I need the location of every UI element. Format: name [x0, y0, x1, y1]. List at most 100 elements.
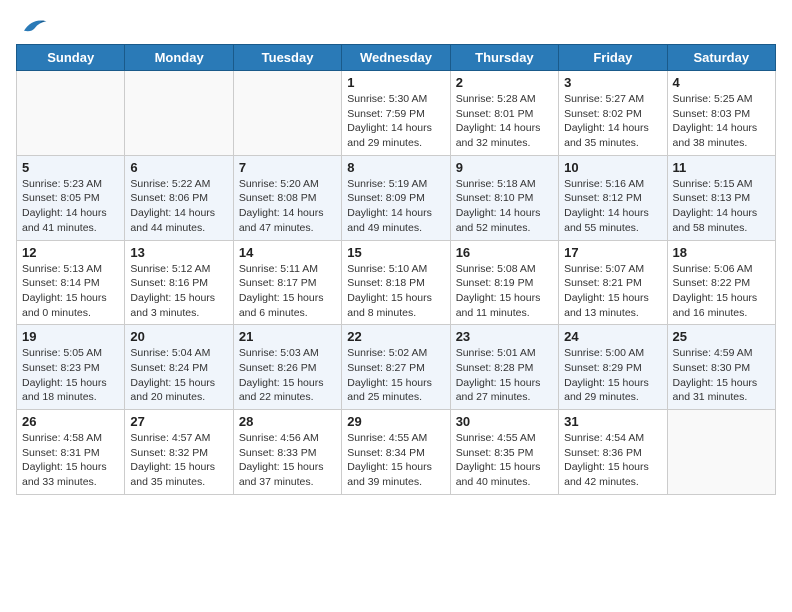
logo — [16, 16, 56, 36]
day-info: Sunrise: 5:22 AM Sunset: 8:06 PM Dayligh… — [130, 177, 227, 236]
logo-bird-icon — [16, 16, 48, 36]
calendar-cell: 1 Sunrise: 5:30 AM Sunset: 7:59 PM Daylig… — [342, 71, 450, 156]
day-info: Sunrise: 5:30 AM Sunset: 7:59 PM Dayligh… — [347, 92, 444, 151]
day-info: Sunrise: 4:58 AM Sunset: 8:31 PM Dayligh… — [22, 431, 119, 490]
day-number: 2 — [456, 75, 553, 90]
day-info: Sunrise: 5:00 AM Sunset: 8:29 PM Dayligh… — [564, 346, 661, 405]
calendar-header-tuesday: Tuesday — [233, 45, 341, 71]
calendar-header-row: SundayMondayTuesdayWednesdayThursdayFrid… — [17, 45, 776, 71]
calendar-cell: 8Sunrise: 5:19 AM Sunset: 8:09 PM Daylig… — [342, 155, 450, 240]
day-number: 28 — [239, 414, 336, 429]
day-info: Sunrise: 5:12 AM Sunset: 8:16 PM Dayligh… — [130, 262, 227, 321]
day-info: Sunrise: 5:18 AM Sunset: 8:10 PM Dayligh… — [456, 177, 553, 236]
calendar-cell: 23 Sunrise: 5:01 AM Sunset: 8:28 PM Dayli… — [450, 325, 558, 410]
day-info: Sunrise: 4:57 AM Sunset: 8:32 PM Dayligh… — [130, 431, 227, 490]
day-number: 9 — [456, 160, 553, 175]
calendar-cell: 27 Sunrise: 4:57 AM Sunset: 8:32 PM Dayli… — [125, 410, 233, 495]
calendar-cell: 21 Sunrise: 5:03 AM Sunset: 8:26 PM Dayli… — [233, 325, 341, 410]
day-number: 15 — [347, 245, 444, 260]
day-info: Sunrise: 4:56 AM Sunset: 8:33 PM Dayligh… — [239, 431, 336, 490]
day-info: Sunrise: 5:04 AM Sunset: 8:24 PM Dayligh… — [130, 346, 227, 405]
calendar-cell: 30 Sunrise: 4:55 AM Sunset: 8:35 PM Dayli… — [450, 410, 558, 495]
calendar-header-thursday: Thursday — [450, 45, 558, 71]
day-info: Sunrise: 5:03 AM Sunset: 8:26 PM Dayligh… — [239, 346, 336, 405]
calendar-cell: 11 Sunrise: 5:15 AM Sunset: 8:13 PM Dayli… — [667, 155, 775, 240]
day-info: Sunrise: 4:55 AM Sunset: 8:34 PM Dayligh… — [347, 431, 444, 490]
calendar-cell: 9 Sunrise: 5:18 AM Sunset: 8:10 PM Daylig… — [450, 155, 558, 240]
calendar-cell: 22Sunrise: 5:02 AM Sunset: 8:27 PM Dayli… — [342, 325, 450, 410]
calendar-cell: 20 Sunrise: 5:04 AM Sunset: 8:24 PM Dayli… — [125, 325, 233, 410]
calendar-cell: 18 Sunrise: 5:06 AM Sunset: 8:22 PM Dayli… — [667, 240, 775, 325]
day-number: 17 — [564, 245, 661, 260]
day-number: 21 — [239, 329, 336, 344]
calendar-week-row: 26 Sunrise: 4:58 AM Sunset: 8:31 PM Dayli… — [17, 410, 776, 495]
calendar-week-row: 1 Sunrise: 5:30 AM Sunset: 7:59 PM Daylig… — [17, 71, 776, 156]
day-info: Sunrise: 5:15 AM Sunset: 8:13 PM Dayligh… — [673, 177, 770, 236]
calendar-cell: 12 Sunrise: 5:13 AM Sunset: 8:14 PM Dayli… — [17, 240, 125, 325]
calendar-cell: 7 Sunrise: 5:20 AM Sunset: 8:08 PM Daylig… — [233, 155, 341, 240]
day-number: 30 — [456, 414, 553, 429]
calendar-cell: 2 Sunrise: 5:28 AM Sunset: 8:01 PM Daylig… — [450, 71, 558, 156]
day-number: 22 — [347, 329, 444, 344]
day-number: 18 — [673, 245, 770, 260]
day-number: 24 — [564, 329, 661, 344]
calendar-header-saturday: Saturday — [667, 45, 775, 71]
calendar-cell: 14 Sunrise: 5:11 AM Sunset: 8:17 PM Dayli… — [233, 240, 341, 325]
calendar-cell: 10 Sunrise: 5:16 AM Sunset: 8:12 PM Dayli… — [559, 155, 667, 240]
day-number: 31 — [564, 414, 661, 429]
calendar-header-wednesday: Wednesday — [342, 45, 450, 71]
calendar-cell: 15 Sunrise: 5:10 AM Sunset: 8:18 PM Dayli… — [342, 240, 450, 325]
day-number: 14 — [239, 245, 336, 260]
calendar-cell — [17, 71, 125, 156]
day-info: Sunrise: 5:28 AM Sunset: 8:01 PM Dayligh… — [456, 92, 553, 151]
day-number: 16 — [456, 245, 553, 260]
calendar-cell: 16 Sunrise: 5:08 AM Sunset: 8:19 PM Dayli… — [450, 240, 558, 325]
calendar-cell — [233, 71, 341, 156]
day-info: Sunrise: 5:10 AM Sunset: 8:18 PM Dayligh… — [347, 262, 444, 321]
day-info: Sunrise: 4:55 AM Sunset: 8:35 PM Dayligh… — [456, 431, 553, 490]
day-info: Sunrise: 5:06 AM Sunset: 8:22 PM Dayligh… — [673, 262, 770, 321]
calendar-week-row: 5 Sunrise: 5:23 AM Sunset: 8:05 PM Daylig… — [17, 155, 776, 240]
day-number: 5 — [22, 160, 119, 175]
calendar-cell — [125, 71, 233, 156]
day-number: 25 — [673, 329, 770, 344]
day-info: Sunrise: 5:11 AM Sunset: 8:17 PM Dayligh… — [239, 262, 336, 321]
day-number: 4 — [673, 75, 770, 90]
day-info: Sunrise: 5:07 AM Sunset: 8:21 PM Dayligh… — [564, 262, 661, 321]
day-number: 12 — [22, 245, 119, 260]
day-info: Sunrise: 5:13 AM Sunset: 8:14 PM Dayligh… — [22, 262, 119, 321]
day-info: Sunrise: 5:05 AM Sunset: 8:23 PM Dayligh… — [22, 346, 119, 405]
calendar-cell: 13 Sunrise: 5:12 AM Sunset: 8:16 PM Dayli… — [125, 240, 233, 325]
day-number: 29 — [347, 414, 444, 429]
calendar-cell: 4Sunrise: 5:25 AM Sunset: 8:03 PM Daylig… — [667, 71, 775, 156]
day-number: 7 — [239, 160, 336, 175]
day-info: Sunrise: 5:08 AM Sunset: 8:19 PM Dayligh… — [456, 262, 553, 321]
calendar-cell: 24 Sunrise: 5:00 AM Sunset: 8:29 PM Dayli… — [559, 325, 667, 410]
calendar-cell: 19 Sunrise: 5:05 AM Sunset: 8:23 PM Dayli… — [17, 325, 125, 410]
day-info: Sunrise: 5:01 AM Sunset: 8:28 PM Dayligh… — [456, 346, 553, 405]
day-number: 11 — [673, 160, 770, 175]
day-number: 27 — [130, 414, 227, 429]
day-number: 1 — [347, 75, 444, 90]
calendar-cell: 3Sunrise: 5:27 AM Sunset: 8:02 PM Daylig… — [559, 71, 667, 156]
day-info: Sunrise: 5:20 AM Sunset: 8:08 PM Dayligh… — [239, 177, 336, 236]
day-number: 26 — [22, 414, 119, 429]
calendar-cell: 5 Sunrise: 5:23 AM Sunset: 8:05 PM Daylig… — [17, 155, 125, 240]
calendar-cell: 17 Sunrise: 5:07 AM Sunset: 8:21 PM Dayli… — [559, 240, 667, 325]
day-info: Sunrise: 5:16 AM Sunset: 8:12 PM Dayligh… — [564, 177, 661, 236]
day-number: 20 — [130, 329, 227, 344]
day-number: 23 — [456, 329, 553, 344]
day-number: 19 — [22, 329, 119, 344]
calendar-week-row: 19 Sunrise: 5:05 AM Sunset: 8:23 PM Dayli… — [17, 325, 776, 410]
day-info: Sunrise: 5:23 AM Sunset: 8:05 PM Dayligh… — [22, 177, 119, 236]
calendar-cell — [667, 410, 775, 495]
day-number: 13 — [130, 245, 227, 260]
calendar-header-friday: Friday — [559, 45, 667, 71]
day-number: 6 — [130, 160, 227, 175]
page-header — [16, 16, 776, 36]
day-number: 10 — [564, 160, 661, 175]
day-info: Sunrise: 4:59 AM Sunset: 8:30 PM Dayligh… — [673, 346, 770, 405]
calendar-cell: 31Sunrise: 4:54 AM Sunset: 8:36 PM Dayli… — [559, 410, 667, 495]
calendar-cell: 29 Sunrise: 4:55 AM Sunset: 8:34 PM Dayli… — [342, 410, 450, 495]
calendar-cell: 25 Sunrise: 4:59 AM Sunset: 8:30 PM Dayli… — [667, 325, 775, 410]
